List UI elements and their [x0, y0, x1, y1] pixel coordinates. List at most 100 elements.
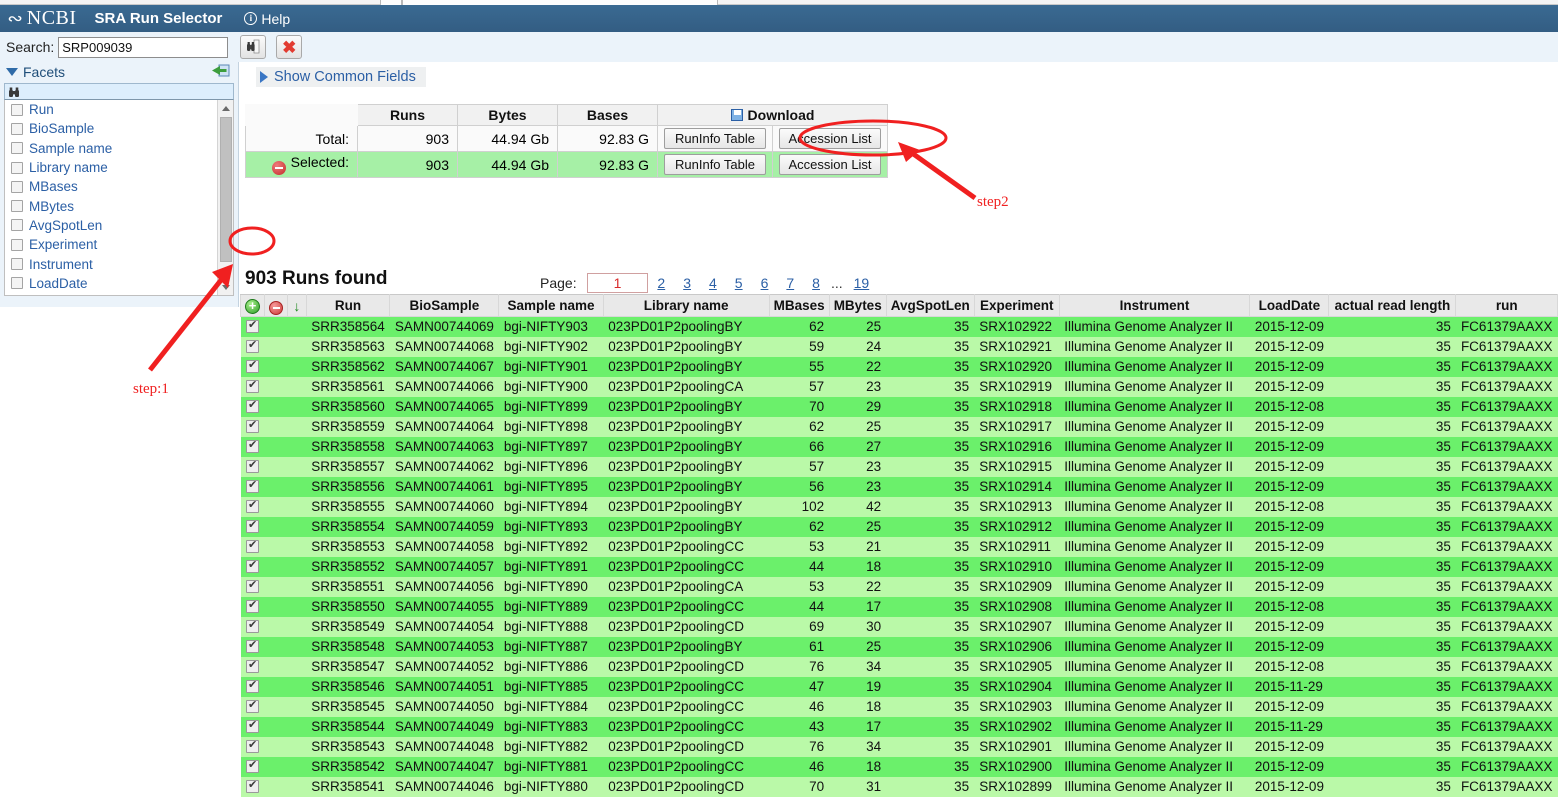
facet-item[interactable]: Run: [5, 100, 233, 119]
table-row[interactable]: SRR358563SAMN00744068bgi-NIFTY902023PD01…: [240, 336, 1558, 357]
cell-run[interactable]: SRR358547: [306, 656, 390, 677]
cell-biosample[interactable]: SAMN00744053: [389, 636, 499, 657]
cell-experiment[interactable]: SRX102912: [974, 516, 1060, 537]
table-row[interactable]: SRR358561SAMN00744066bgi-NIFTY900023PD01…: [240, 376, 1558, 397]
table-row[interactable]: SRR358548SAMN00744053bgi-NIFTY887023PD01…: [240, 636, 1558, 657]
cell-run[interactable]: SRR358559: [306, 416, 390, 437]
cell-experiment[interactable]: SRX102916: [974, 436, 1060, 457]
table-row[interactable]: SRR358545SAMN00744050bgi-NIFTY884023PD01…: [240, 696, 1558, 717]
facet-checkbox[interactable]: [11, 142, 23, 155]
cell-experiment[interactable]: SRX102921: [974, 336, 1060, 357]
row-select-cell[interactable]: [240, 676, 265, 697]
cell-biosample[interactable]: SAMN00744046: [389, 776, 499, 797]
cell-biosample[interactable]: SAMN00744057: [389, 556, 499, 577]
table-row[interactable]: SRR358560SAMN00744065bgi-NIFTY899023PD01…: [240, 396, 1558, 417]
cell-run[interactable]: SRR358541: [306, 776, 390, 797]
cell-experiment[interactable]: SRX102901: [974, 736, 1060, 757]
scroll-up-arrow[interactable]: [218, 100, 233, 116]
cell-biosample[interactable]: SAMN00744054: [389, 616, 499, 637]
col-header-mbytes[interactable]: MBytes: [828, 294, 887, 317]
selected-accession-list-button[interactable]: Accession List: [779, 154, 881, 175]
cell-biosample[interactable]: SAMN00744063: [389, 436, 499, 457]
cell-biosample[interactable]: SAMN00744066: [389, 376, 499, 397]
row-select-cell[interactable]: [240, 376, 265, 397]
facet-item[interactable]: Library name: [5, 158, 233, 177]
table-row[interactable]: SRR358547SAMN00744052bgi-NIFTY886023PD01…: [240, 656, 1558, 677]
help-link[interactable]: i Help: [244, 11, 290, 27]
cell-run[interactable]: SRR358564: [306, 316, 390, 337]
row-checkbox[interactable]: [246, 758, 259, 773]
table-row[interactable]: SRR358550SAMN00744055bgi-NIFTY889023PD01…: [240, 596, 1558, 617]
cell-biosample[interactable]: SAMN00744059: [389, 516, 499, 537]
row-checkbox[interactable]: [246, 318, 259, 334]
cell-experiment[interactable]: SRX102899: [974, 776, 1060, 797]
total-runinfo-table-button[interactable]: RunInfo Table: [664, 128, 766, 149]
cell-experiment[interactable]: SRX102907: [974, 616, 1060, 637]
cell-biosample[interactable]: SAMN00744065: [389, 396, 499, 417]
table-row[interactable]: SRR358562SAMN00744067bgi-NIFTY901023PD01…: [240, 356, 1558, 377]
row-select-cell[interactable]: [240, 556, 265, 577]
table-row[interactable]: SRR358557SAMN00744062bgi-NIFTY896023PD01…: [240, 456, 1558, 477]
facet-item[interactable]: Sample name: [5, 139, 233, 158]
cell-biosample[interactable]: SAMN00744068: [389, 336, 499, 357]
cell-experiment[interactable]: SRX102902: [974, 716, 1060, 737]
cell-run[interactable]: SRR358550: [306, 596, 390, 617]
row-checkbox[interactable]: [246, 498, 259, 513]
col-header-library-name[interactable]: Library name: [602, 294, 770, 317]
facets-filter-input[interactable]: [4, 83, 234, 100]
clear-search-button[interactable]: ✖: [276, 35, 303, 59]
caret-down-icon[interactable]: [6, 68, 18, 76]
cell-biosample[interactable]: SAMN00744062: [389, 456, 499, 477]
col-header-actual-read-length[interactable]: actual read length: [1328, 294, 1457, 317]
facet-checkbox[interactable]: [11, 103, 23, 116]
cell-biosample[interactable]: SAMN00744047: [389, 756, 499, 777]
cell-experiment[interactable]: SRX102914: [974, 476, 1060, 497]
facet-item[interactable]: MBytes: [5, 196, 233, 215]
col-header-sample-name[interactable]: Sample name: [498, 294, 604, 317]
row-checkbox[interactable]: [246, 458, 259, 473]
cell-biosample[interactable]: SAMN00744069: [389, 316, 499, 337]
row-select-cell[interactable]: [240, 496, 265, 517]
row-select-cell[interactable]: [240, 756, 265, 777]
row-select-cell[interactable]: [240, 696, 265, 717]
row-select-cell[interactable]: [240, 536, 265, 557]
cell-run[interactable]: SRR358563: [306, 336, 390, 357]
page-current[interactable]: 1: [586, 273, 649, 293]
remove-circle-icon[interactable]: [269, 300, 283, 315]
page-link-8[interactable]: 8: [812, 275, 820, 291]
table-row[interactable]: SRR358555SAMN00744060bgi-NIFTY894023PD01…: [240, 496, 1558, 517]
cell-run[interactable]: SRR358552: [306, 556, 390, 577]
cell-run[interactable]: SRR358542: [306, 756, 390, 777]
facet-checkbox[interactable]: [11, 219, 23, 232]
cell-experiment[interactable]: SRX102913: [974, 496, 1060, 517]
facet-checkbox[interactable]: [11, 238, 23, 251]
row-select-cell[interactable]: [240, 576, 265, 597]
cell-experiment[interactable]: SRX102908: [974, 596, 1060, 617]
row-checkbox[interactable]: [246, 538, 259, 553]
cell-experiment[interactable]: SRX102906: [974, 636, 1060, 657]
row-checkbox[interactable]: [246, 598, 259, 613]
row-select-cell[interactable]: [240, 736, 265, 757]
cell-run[interactable]: SRR358551: [306, 576, 390, 597]
cell-biosample[interactable]: SAMN00744051: [389, 676, 499, 697]
row-select-cell[interactable]: [240, 316, 265, 337]
cell-experiment[interactable]: SRX102900: [974, 756, 1060, 777]
cell-run[interactable]: SRR358558: [306, 436, 390, 457]
row-select-cell[interactable]: [240, 336, 265, 357]
search-input[interactable]: [58, 36, 229, 58]
col-header-run[interactable]: Run: [305, 294, 391, 317]
facet-checkbox[interactable]: [11, 122, 23, 135]
facet-item[interactable]: BioSample: [5, 119, 233, 138]
arrow-down-icon[interactable]: ↓: [293, 298, 300, 314]
cell-biosample[interactable]: SAMN00744052: [389, 656, 499, 677]
row-checkbox[interactable]: [246, 478, 259, 493]
col-header-biosample[interactable]: BioSample: [389, 294, 500, 317]
cell-run[interactable]: SRR358560: [306, 396, 390, 417]
cell-experiment[interactable]: SRX102909: [974, 576, 1060, 597]
col-header-mbases[interactable]: MBases: [768, 294, 830, 317]
cell-experiment[interactable]: SRX102917: [974, 416, 1060, 437]
row-select-cell[interactable]: [240, 516, 265, 537]
col-header-loaddate[interactable]: LoadDate: [1249, 294, 1330, 317]
cell-biosample[interactable]: SAMN00744050: [389, 696, 499, 717]
cell-run[interactable]: SRR358555: [306, 496, 390, 517]
